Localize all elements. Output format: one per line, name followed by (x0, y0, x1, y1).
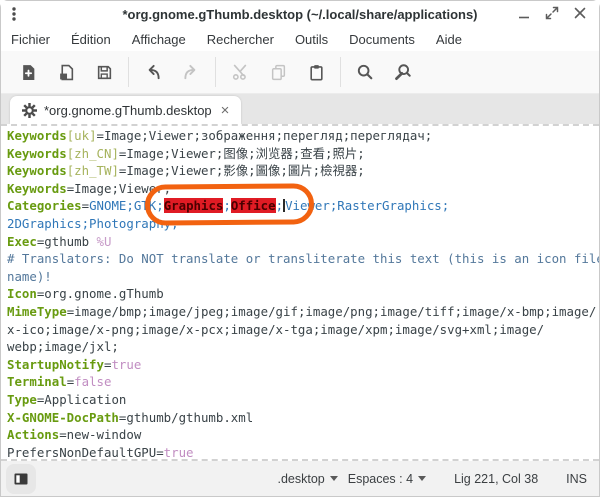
find-replace-icon[interactable] (384, 55, 422, 89)
code-line: webp;image/jxl; (7, 338, 599, 356)
code-line: Keywords[uk]=Image;Viewer;зображення;пер… (7, 127, 599, 145)
language-selector-value: .desktop (277, 472, 324, 486)
code-line: X-GNOME-DocPath=gthumb/gthumb.xml (7, 409, 599, 427)
restore-button[interactable] (543, 5, 561, 23)
titlebar: *org.gnome.gThumb.desktop (~/.local/shar… (1, 1, 599, 27)
code-line: Actions=new-window (7, 426, 599, 444)
code-line: Keywords[zh_TW]=Image;Viewer;影像;圖像;圖片;檢視… (7, 162, 599, 180)
new-document-button[interactable] (9, 55, 47, 89)
menu-edition[interactable]: Édition (71, 32, 111, 47)
tab-bar: *org.gnome.gThumb.desktop × (1, 94, 599, 124)
cursor-position[interactable]: Lig 221, Col 38 (454, 472, 538, 486)
menu-fichier[interactable]: Fichier (11, 32, 50, 47)
code-line: Exec=gthumb %U (7, 233, 599, 251)
cut-button (221, 55, 259, 89)
toolbar (1, 51, 599, 94)
language-selector[interactable]: .desktop (277, 472, 337, 486)
copy-button (259, 55, 297, 89)
toolbar-separator (128, 57, 129, 87)
chevron-down-icon (330, 476, 338, 481)
input-mode-indicator[interactable]: INS (566, 472, 587, 486)
search-match-highlight: Graphics (164, 198, 224, 213)
code-line: StartupNotify=true (7, 356, 599, 374)
code-line: Categories=GNOME;GTK;Graphics;Office;Vie… (7, 197, 599, 215)
close-icon[interactable] (571, 5, 589, 23)
code-line: # Translators: Do NOT translate or trans… (7, 250, 599, 268)
tab-width-value: Espaces : 4 (348, 472, 413, 486)
code-line: 2DGraphics;Photography; (7, 215, 599, 233)
gear-icon (22, 103, 37, 118)
open-document-button[interactable] (47, 55, 85, 89)
toolbar-separator (215, 57, 216, 87)
menubar: Fichier Édition Affichage Rechercher Outils D… (1, 27, 599, 51)
menu-documents[interactable]: Documents (349, 32, 415, 47)
undo-button[interactable] (134, 55, 172, 89)
minimize-button[interactable] (515, 5, 533, 23)
code-line: Type=Application (7, 391, 599, 409)
search-match-highlight: Office (231, 198, 276, 213)
code-line: Keywords=Image;Viewer; (7, 180, 599, 198)
menu-rechercher[interactable]: Rechercher (207, 32, 274, 47)
toolbar-separator (340, 57, 341, 87)
paste-button[interactable] (297, 55, 335, 89)
code-line: x-ico;image/x-png;image/x-pcx;image/x-tg… (7, 321, 599, 339)
chevron-down-icon (418, 476, 426, 481)
code-line: Icon=org.gnome.gThumb (7, 285, 599, 303)
code-line: Keywords[zh_CN]=Image;Viewer;图像;浏览器;查看;照… (7, 145, 599, 163)
side-panel-toggle[interactable] (6, 464, 36, 494)
tab-gthumb-desktop[interactable]: *org.gnome.gThumb.desktop × (10, 96, 241, 124)
code-line: name)! (7, 268, 599, 286)
tab-close-icon[interactable]: × (219, 103, 232, 118)
tab-width-selector[interactable]: Espaces : 4 (348, 472, 426, 486)
code-line: Terminal=false (7, 373, 599, 391)
menu-affichage[interactable]: Affichage (132, 32, 186, 47)
gedit-window: *org.gnome.gThumb.desktop (~/.local/shar… (0, 0, 600, 497)
search-icon[interactable] (346, 55, 384, 89)
window-controls (515, 5, 599, 23)
code-line: PrefersNonDefaultGPU=true (7, 444, 599, 461)
window-title: *org.gnome.gThumb.desktop (~/.local/shar… (122, 7, 477, 22)
redo-button (172, 55, 210, 89)
menu-aide[interactable]: Aide (436, 32, 462, 47)
kebab-menu-icon[interactable] (1, 6, 27, 22)
menu-outils[interactable]: Outils (295, 32, 328, 47)
statusbar-right: .desktop Espaces : 4 Lig 221, Col 38 INS (277, 472, 587, 486)
statusbar: .desktop Espaces : 4 Lig 221, Col 38 INS (1, 461, 599, 496)
tab-label: *org.gnome.gThumb.desktop (44, 103, 212, 118)
code-line: MimeType=image/bmp;image/jpeg;image/gif;… (7, 303, 599, 321)
save-document-button[interactable] (85, 55, 123, 89)
text-editor[interactable]: Keywords[uk]=Image;Viewer;зображення;пер… (1, 124, 599, 461)
